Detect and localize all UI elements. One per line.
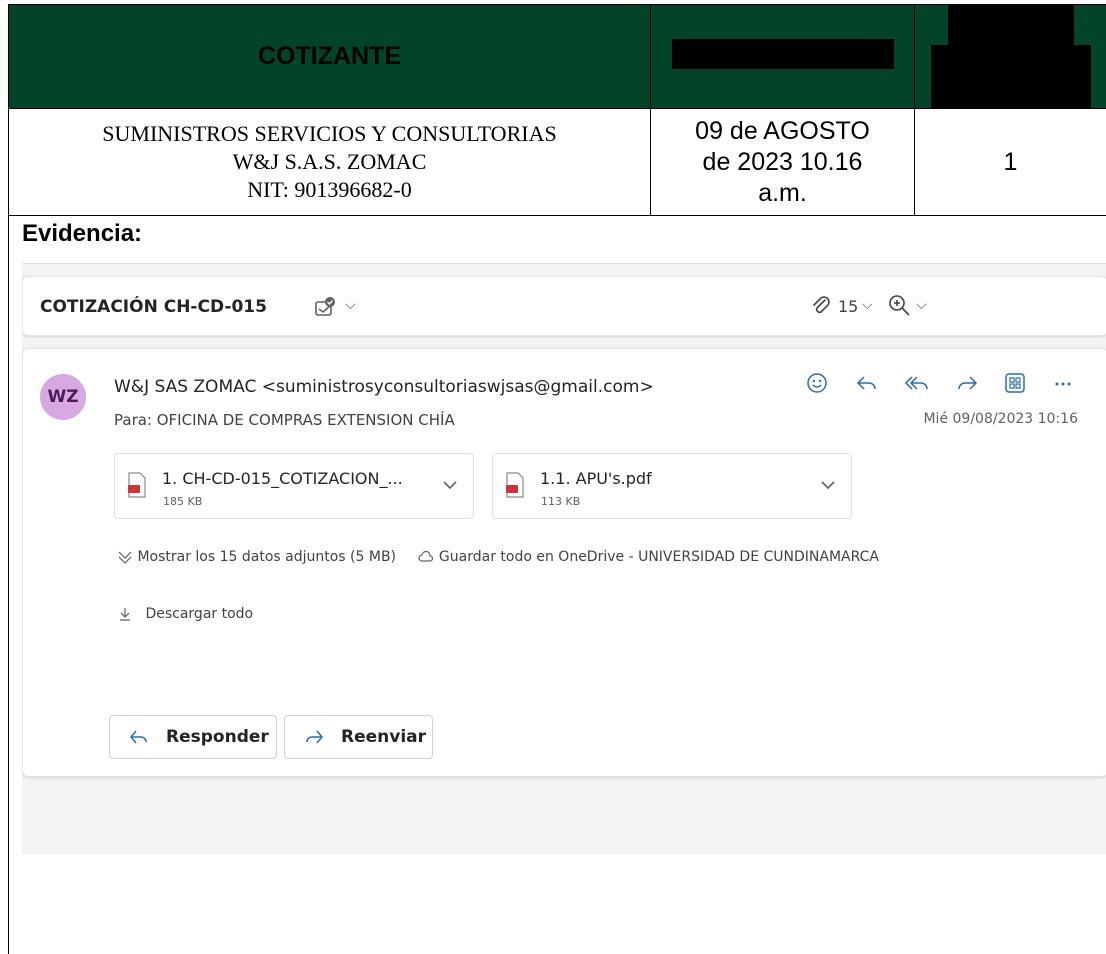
pdf-file-icon [506, 472, 524, 498]
document-header-table: COTIZANTE SUMINISTROS SERVICIOS Y CONSUL… [8, 4, 1106, 216]
reply-icon [130, 730, 147, 744]
cotizante-label: COTIZANTE [257, 42, 402, 70]
save-to-onedrive-link[interactable]: Guardar todo en OneDrive - UNIVERSIDAD D… [439, 549, 879, 565]
email-subject: COTIZACIÓN CH-CD-015 [40, 297, 267, 317]
double-chevron-down-icon [118, 551, 132, 564]
recipient-line: Para: OFICINA DE COMPRAS EXTENSION CHÍA [114, 411, 455, 429]
attachment-size: 185 KB [163, 495, 203, 508]
redacted-header-cell-2 [914, 4, 1106, 109]
reply-icon[interactable] [853, 369, 881, 397]
reply-button[interactable]: Responder [109, 715, 277, 759]
subject-bar: COTIZACIÓN CH-CD-015 ⌵ 15 ⌵ ⌵ [22, 276, 1106, 336]
redacted-header-cell [650, 4, 915, 109]
date-line-2: de 2023 10.16 [702, 147, 863, 176]
message-timestamp: Mié 09/08/2023 10:16 [923, 411, 1078, 427]
date-cell: 09 de AGOSTO de 2023 10.16 a.m. [650, 108, 915, 216]
redaction-block [671, 39, 894, 69]
chevron-down-icon[interactable]: ⌵ [862, 297, 873, 313]
chevron-down-icon[interactable] [441, 478, 459, 492]
attachment-count: 15 [838, 297, 859, 316]
attachment-name: 1.1. APU's.pdf [540, 469, 652, 488]
email-screenshot: COTIZACIÓN CH-CD-015 ⌵ 15 ⌵ ⌵ WZ W&J SAS… [22, 248, 1106, 854]
chevron-down-icon[interactable] [819, 478, 837, 492]
left-border-rule [8, 213, 9, 954]
more-options-icon[interactable] [1049, 369, 1077, 397]
forward-icon [306, 730, 323, 744]
download-all-link[interactable]: Descargar todo [145, 606, 253, 622]
company-name: SUMINISTROS SERVICIOS Y CONSULTORIAS [102, 121, 557, 146]
apps-grid-icon[interactable] [1001, 369, 1029, 397]
avatar[interactable]: WZ [40, 374, 86, 420]
paperclip-icon [813, 296, 830, 314]
attachment-card[interactable]: 1. CH-CD-015_COTIZACION_... 185 KB [114, 453, 474, 519]
sequence-number: 1 [1003, 147, 1018, 176]
pdf-file-icon [128, 472, 146, 498]
tag-check-icon[interactable] [313, 295, 339, 319]
download-all-row[interactable]: Descargar todo [117, 606, 253, 622]
company-nit: NIT: 901396682-0 [247, 177, 412, 202]
download-icon [120, 608, 130, 621]
number-cell: 1 [914, 108, 1106, 216]
cloud-icon [418, 550, 434, 562]
message-card: WZ W&J SAS ZOMAC <suministrosyconsultori… [22, 348, 1106, 777]
reply-button-label: Responder [166, 727, 269, 747]
zoom-icon[interactable] [887, 293, 913, 319]
forward-icon[interactable] [953, 369, 981, 397]
evidence-label: Evidencia: [22, 220, 143, 247]
chevron-down-icon[interactable]: ⌵ [345, 297, 356, 313]
toolbar-remnant [22, 248, 1106, 264]
company-cell: SUMINISTROS SERVICIOS Y CONSULTORIAS W&J… [8, 108, 651, 216]
date-line-3: a.m. [758, 178, 807, 207]
show-all-attachments-link[interactable]: Mostrar los 15 datos adjuntos (5 MB) [137, 549, 396, 565]
forward-button[interactable]: Reenviar [284, 715, 433, 759]
attachment-links: Mostrar los 15 datos adjuntos (5 MB) Gua… [117, 549, 879, 565]
chevron-down-icon[interactable]: ⌵ [916, 297, 927, 313]
company-suffix: W&J S.A.S. ZOMAC [232, 149, 427, 174]
cotizante-header-cell: COTIZANTE [8, 4, 651, 109]
attachment-size: 113 KB [541, 495, 581, 508]
forward-button-label: Reenviar [341, 727, 427, 747]
attachment-card[interactable]: 1.1. APU's.pdf 113 KB [492, 453, 852, 519]
reply-all-icon[interactable] [903, 369, 931, 397]
attachment-name: 1. CH-CD-015_COTIZACION_... [162, 469, 403, 488]
sender-address[interactable]: W&J SAS ZOMAC <suministrosyconsultoriasw… [114, 377, 654, 397]
date-line-1: 09 de AGOSTO [695, 116, 870, 145]
redaction-block-2 [930, 5, 1091, 108]
emoji-reaction-icon[interactable] [803, 369, 831, 397]
